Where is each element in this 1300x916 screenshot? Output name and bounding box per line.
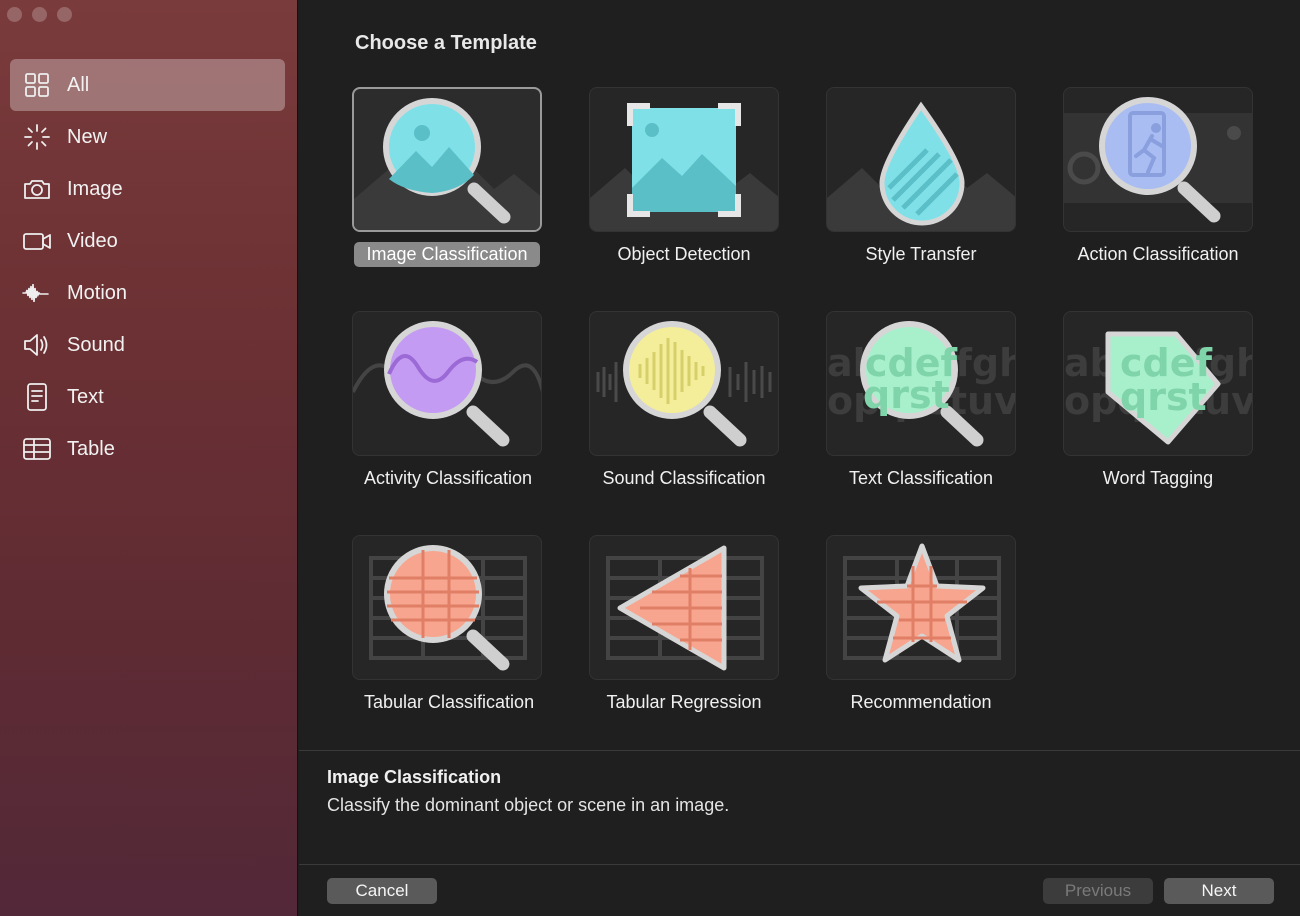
sidebar-item-label: New (67, 125, 108, 148)
magnifier-text-icon: abcdefghi opqrstuvw cdef qrst (827, 321, 1015, 447)
template-text-classification[interactable]: abcdefghi opqrstuvw cdef qrst Text Class… (826, 311, 1016, 491)
minimize-window-button[interactable] (32, 7, 47, 22)
tag-text-icon: abcdefghi opqrstuvw cdef qrst (1064, 331, 1252, 445)
waveform-icon (22, 278, 52, 308)
template-object-detection[interactable]: Object Detection (589, 87, 779, 267)
page-title: Choose a Template (355, 32, 537, 54)
template-label: Tabular Regression (606, 692, 762, 712)
bounding-box-image-icon (590, 103, 778, 231)
triangle-table-icon (606, 545, 764, 671)
star-table-icon (843, 543, 1001, 663)
document-icon (22, 382, 52, 412)
template-action-classification[interactable]: Action Classification (1063, 87, 1253, 267)
sidebar-item-label: Image (67, 177, 123, 200)
template-label: Tabular Classification (364, 692, 535, 712)
template-label: Text Classification (848, 468, 994, 488)
video-camera-icon (22, 226, 52, 256)
sidebar-item-motion[interactable]: Motion (10, 267, 285, 319)
template-label: Object Detection (617, 244, 751, 264)
magnifier-table-icon (369, 545, 527, 671)
magnifier-image-icon (354, 98, 540, 230)
previous-button[interactable]: Previous (1043, 878, 1153, 904)
sidebar-item-label: Text (67, 385, 104, 408)
sidebar-item-table[interactable]: Table (10, 423, 285, 475)
template-word-tagging[interactable]: abcdefghi opqrstuvw cdef qrst Word Taggi… (1063, 311, 1253, 491)
cancel-button[interactable]: Cancel (327, 878, 437, 904)
template-label: Recommendation (850, 692, 992, 712)
template-label: Style Transfer (865, 244, 977, 264)
sidebar-item-image[interactable]: Image (10, 163, 285, 215)
template-label: Word Tagging (1102, 468, 1214, 488)
template-chooser: Choose a Template Image Classification O… (299, 0, 1300, 916)
window-controls (7, 7, 72, 22)
svg-text:qrst: qrst (863, 373, 950, 417)
sidebar-item-all[interactable]: All (10, 59, 285, 111)
table-icon (22, 434, 52, 464)
grid-icon (22, 70, 52, 100)
template-label: Activity Classification (364, 468, 533, 488)
divider (299, 750, 1300, 751)
magnifier-sine-wave-icon (353, 321, 541, 447)
sidebar-list: All New Image Video Motion Sound Text Ta… (10, 59, 285, 475)
sidebar-item-text[interactable]: Text (10, 371, 285, 423)
sidebar-item-label: All (67, 73, 90, 96)
sidebar: All New Image Video Motion Sound Text Ta… (0, 0, 298, 916)
template-tabular-classification[interactable]: Tabular Classification (352, 535, 542, 715)
svg-text:qrst: qrst (1120, 375, 1207, 419)
magnifier-audio-wave-icon (596, 321, 772, 447)
template-style-transfer[interactable]: Style Transfer (826, 87, 1016, 267)
camera-icon (22, 174, 52, 204)
description-title: Image Classification (327, 767, 502, 787)
sidebar-item-label: Motion (67, 281, 128, 304)
droplet-icon (827, 101, 1015, 231)
template-recommendation[interactable]: Recommendation (826, 535, 1016, 715)
template-label: Sound Classification (602, 468, 766, 488)
sidebar-item-video[interactable]: Video (10, 215, 285, 267)
speaker-icon (22, 330, 52, 360)
sidebar-item-label: Sound (67, 333, 125, 356)
sidebar-item-label: Table (67, 437, 115, 460)
sidebar-item-new[interactable]: New (10, 111, 285, 163)
template-tabular-regression[interactable]: Tabular Regression (589, 535, 779, 715)
sparkle-icon (22, 122, 52, 152)
sidebar-item-label: Video (67, 229, 118, 252)
sidebar-item-sound[interactable]: Sound (10, 319, 285, 371)
close-window-button[interactable] (7, 7, 22, 22)
description-text: Classify the dominant object or scene in… (327, 795, 730, 815)
template-activity-classification[interactable]: Activity Classification (352, 311, 542, 491)
zoom-window-button[interactable] (57, 7, 72, 22)
divider (299, 864, 1300, 865)
next-button[interactable]: Next (1164, 878, 1274, 904)
template-image-classification[interactable]: Image Classification (352, 87, 542, 267)
template-label: Action Classification (1077, 244, 1239, 264)
template-label: Image Classification (354, 242, 540, 267)
template-sound-classification[interactable]: Sound Classification (589, 311, 779, 491)
magnifier-running-person-icon (1064, 97, 1252, 223)
